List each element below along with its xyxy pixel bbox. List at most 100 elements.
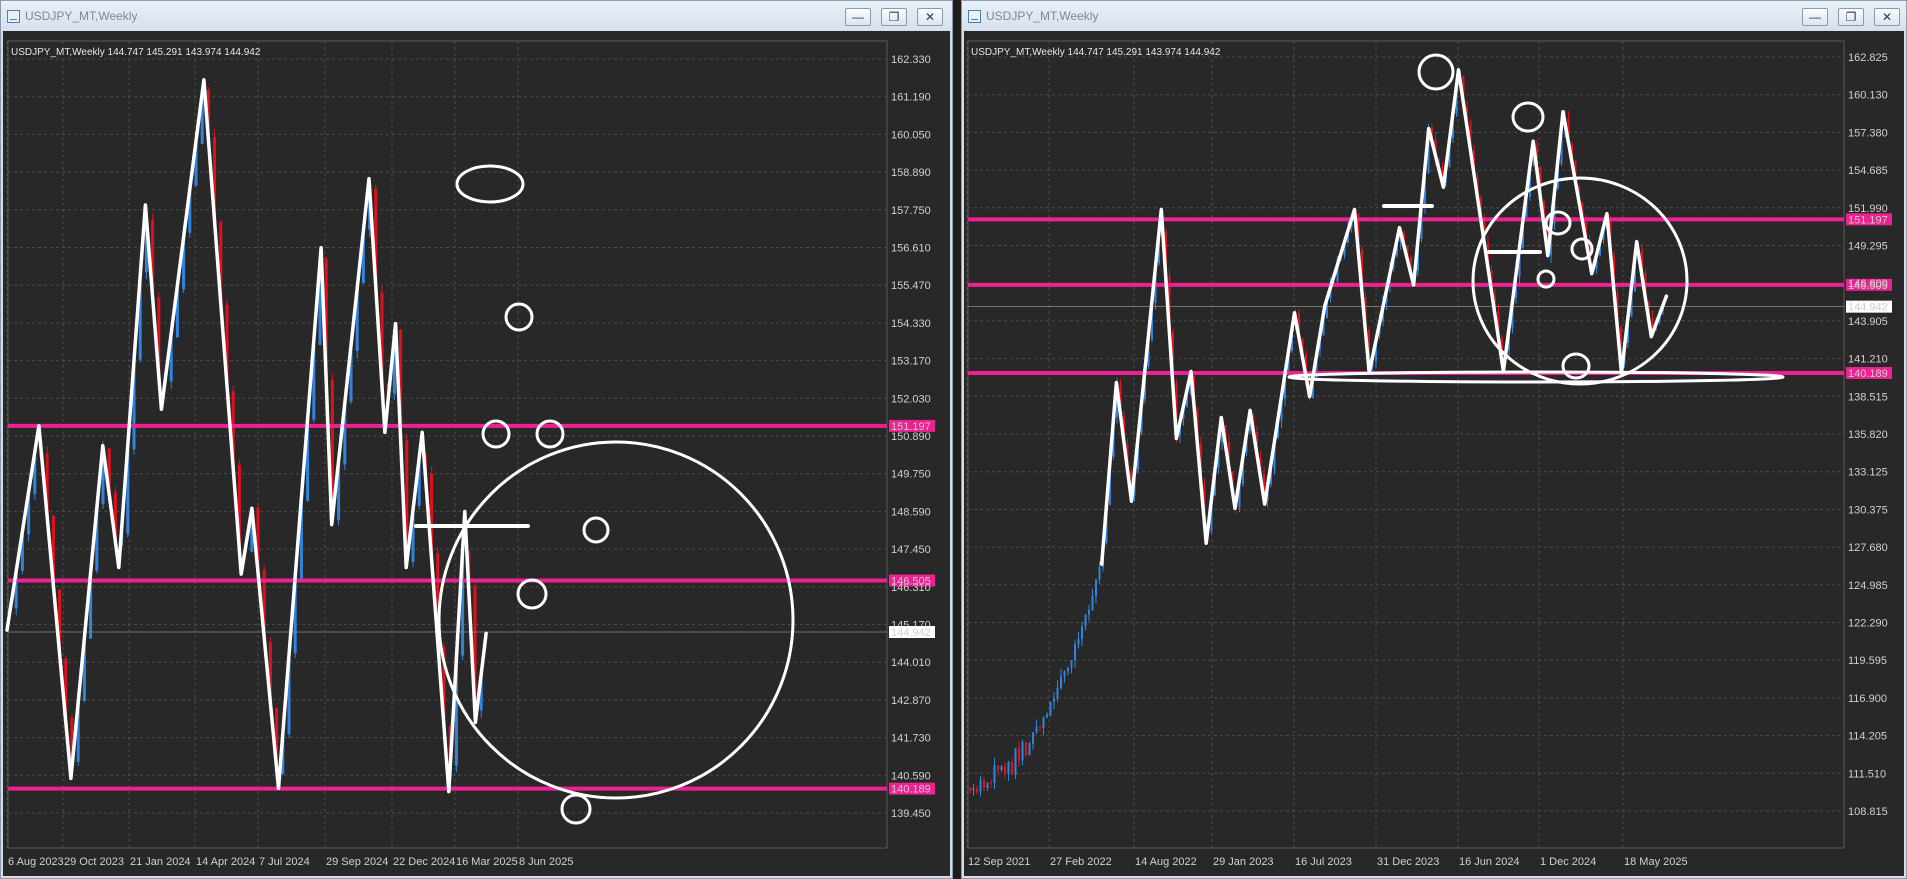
y-axis-tick-label: 130.375	[1848, 504, 1888, 516]
candle-body	[1028, 743, 1031, 756]
plot-frame	[967, 40, 1845, 849]
candle-body	[1095, 579, 1097, 597]
y-axis-tick-label: 142.870	[891, 695, 931, 707]
x-axis-tick-label: 7 Jul 2024	[259, 856, 310, 868]
candle-body	[1032, 732, 1034, 744]
candle-body	[1067, 667, 1069, 672]
x-axis-tick-label: 22 Dec 2024	[393, 856, 455, 868]
x-axis-tick-label: 14 Aug 2022	[1135, 856, 1197, 868]
y-axis-tick-label: 127.680	[1848, 542, 1888, 554]
y-axis-tick-label: 156.610	[891, 243, 931, 255]
y-axis-tick-label: 141.210	[1848, 354, 1888, 366]
y-axis-tick-label: 139.450	[891, 808, 931, 820]
candle-body	[983, 780, 985, 789]
y-axis-tick-label: 155.470	[891, 280, 931, 292]
x-axis-tick-label: 16 Jun 2024	[1459, 856, 1520, 868]
y-axis-tick-label: 160.130	[1848, 90, 1888, 102]
candle-body	[1046, 714, 1048, 718]
y-axis-tick-label: 146.600	[1848, 278, 1888, 290]
x-axis-tick-label: 21 Jan 2024	[130, 856, 191, 868]
x-axis-tick-label: 16 Mar 2025	[456, 856, 518, 868]
candle-body	[1000, 766, 1003, 770]
y-axis-tick-label: 161.190	[891, 92, 931, 104]
candle-body	[1056, 687, 1059, 699]
close-button[interactable]: ✕	[917, 8, 943, 26]
y-axis-tick-label: 147.450	[891, 544, 931, 556]
y-axis-tick-label: 152.030	[891, 393, 931, 405]
candle-body	[972, 788, 975, 791]
x-axis-tick-label: 14 Apr 2024	[196, 856, 255, 868]
y-axis-tick-label: 135.820	[1848, 429, 1888, 441]
candle-body	[1011, 761, 1013, 775]
y-axis-tick-label: 124.985	[1848, 580, 1888, 592]
candle-body	[1014, 748, 1017, 775]
x-axis-tick-label: 29 Jan 2023	[1213, 856, 1274, 868]
candle-body	[986, 782, 989, 789]
candle-body	[976, 788, 978, 792]
price-chart-right[interactable]: 151.197146.505140.189162.825160.130157.3…	[964, 31, 1906, 878]
y-axis-tick-label: 162.825	[1848, 52, 1888, 64]
current-price-label: 144.942	[1848, 302, 1888, 314]
y-axis-tick-label: 160.050	[891, 129, 931, 141]
candle-body	[1007, 761, 1010, 774]
y-axis-tick-label: 150.890	[891, 431, 931, 443]
maximize-button[interactable]: ❐	[881, 8, 907, 26]
x-axis-tick-label: 16 Jul 2023	[1295, 856, 1352, 868]
close-button[interactable]: ✕	[1874, 8, 1900, 26]
candle-body	[1053, 698, 1055, 703]
y-axis-tick-label: 111.510	[1848, 768, 1886, 780]
y-axis-tick-label: 143.905	[1848, 316, 1888, 328]
candle-body	[979, 780, 982, 792]
y-axis-tick-label: 119.595	[1848, 655, 1887, 667]
x-axis-tick-label: 1 Dec 2024	[1540, 856, 1596, 868]
y-axis-tick-label: 153.170	[891, 356, 931, 368]
y-axis-tick-label: 108.815	[1848, 806, 1888, 818]
title-bar[interactable]: USDJPY_MT,Weekly — ❐ ✕	[962, 1, 1906, 31]
candle-body	[1070, 660, 1073, 668]
y-axis-tick-label: 154.685	[1848, 165, 1888, 177]
chart-header-ohlc: USDJPY_MT,Weekly 144.747 145.291 143.974…	[971, 47, 1221, 58]
candle-body	[997, 765, 999, 770]
chart-area[interactable]: 151.197 146.505 140.189 162.825 160.130 157.3…	[964, 31, 1904, 876]
candle-body	[1060, 676, 1062, 688]
maximize-button[interactable]: ❐	[1838, 8, 1864, 26]
y-axis-tick-label: 157.380	[1848, 127, 1888, 139]
candle-body	[993, 765, 996, 783]
y-axis-tick-label: 140.590	[891, 770, 931, 782]
y-axis-tick-label: 154.330	[891, 318, 931, 330]
x-axis-tick-label: 8 Jun 2025	[519, 856, 573, 868]
candle-body	[1088, 610, 1090, 615]
x-axis-tick-label: 29 Oct 2023	[64, 856, 124, 868]
y-axis-tick-label: 122.290	[1848, 618, 1888, 630]
candle-body	[1021, 742, 1024, 761]
minimize-button[interactable]: —	[845, 8, 871, 26]
chart-window-right[interactable]: USDJPY_MT,Weekly — ❐ ✕ 151.197 146.505 140…	[961, 0, 1907, 879]
chart-area[interactable]: 151.197 146.505 140.189 162.330 161.190 160.0…	[3, 31, 950, 876]
x-axis-tick-label: 27 Feb 2022	[1050, 856, 1112, 868]
y-axis-tick-label: 157.750	[891, 205, 931, 217]
candle-body	[1025, 742, 1027, 756]
y-axis-tick-label: 116.900	[1848, 693, 1887, 705]
y-axis-tick-label: 146.310	[891, 582, 931, 594]
y-axis-tick-label: 133.125	[1848, 467, 1888, 479]
chart-window-left[interactable]: USDJPY_MT,Weekly — ❐ ✕ 151.197 146.505 140…	[0, 0, 953, 879]
minimize-button[interactable]: —	[1802, 8, 1828, 26]
x-axis-tick-label: 29 Sep 2024	[326, 856, 388, 868]
candle-body	[1039, 726, 1041, 728]
chart-header-ohlc: USDJPY_MT,Weekly 144.747 145.291 143.974…	[11, 47, 261, 58]
y-axis-tick-label: 151.990	[1848, 203, 1888, 215]
candle-body	[1018, 748, 1020, 761]
chart-window-icon	[7, 10, 20, 23]
y-axis-tick-label: 138.515	[1848, 391, 1888, 403]
candle-body	[1091, 596, 1094, 611]
candle-body	[1098, 567, 1101, 580]
price-chart-left[interactable]: 151.197146.505140.189162.330161.190160.0…	[3, 31, 952, 878]
candle-body	[1042, 717, 1045, 728]
candle-body	[1081, 626, 1083, 639]
candle-body	[969, 787, 971, 791]
candle-body	[990, 782, 992, 784]
candle-body	[1004, 766, 1006, 774]
y-axis-tick-label: 149.750	[891, 469, 931, 481]
title-bar[interactable]: USDJPY_MT,Weekly — ❐ ✕	[1, 1, 952, 31]
y-axis-tick-label: 158.890	[891, 167, 931, 179]
